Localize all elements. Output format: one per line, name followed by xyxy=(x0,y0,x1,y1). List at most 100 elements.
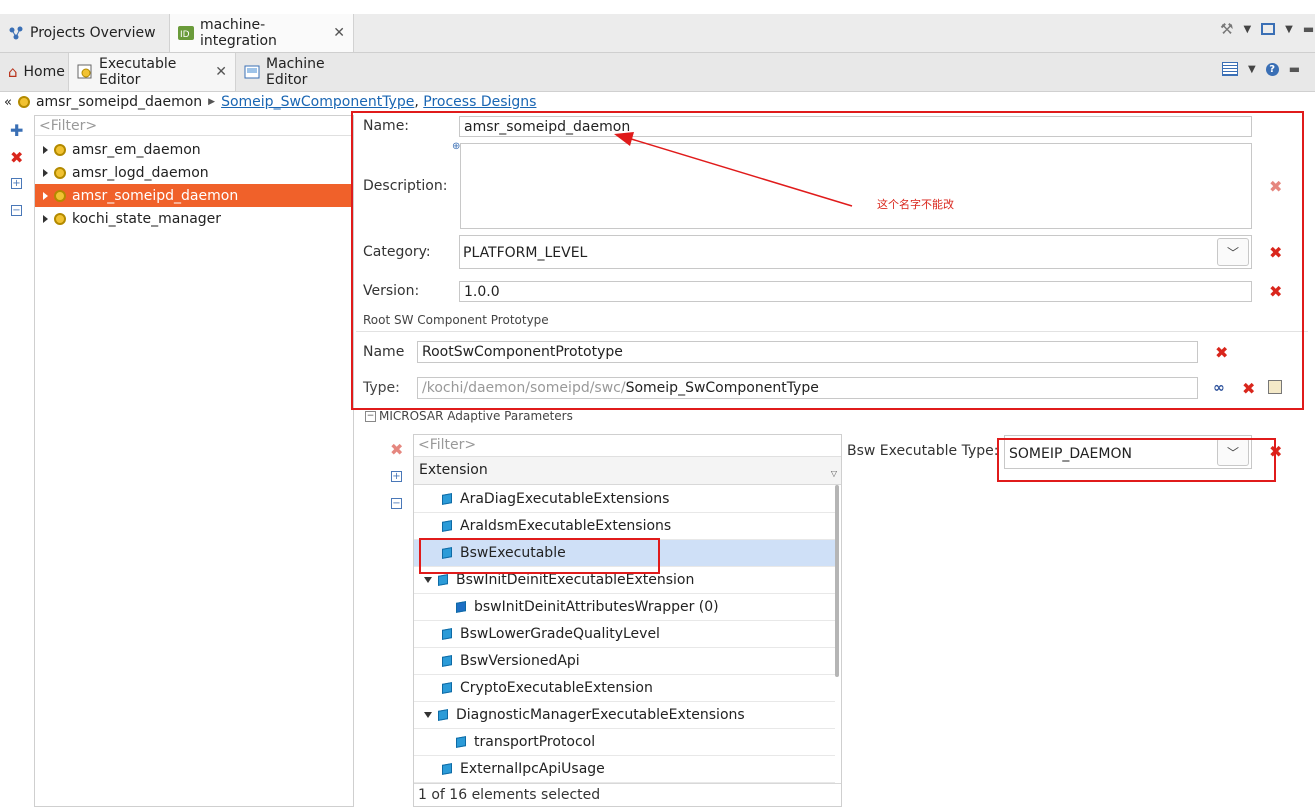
expanded-triangle-icon[interactable] xyxy=(424,577,432,583)
annotation-text: 这个名字不能改 xyxy=(877,198,954,211)
row-label: bswInitDeinitAttributesWrapper (0) xyxy=(474,599,719,615)
tree-item-label: amsr_someipd_daemon xyxy=(72,187,239,204)
chevron-right-icon: ▶ xyxy=(208,97,216,107)
chevron-down-icon[interactable]: ﹀ xyxy=(1217,238,1249,266)
cube-icon xyxy=(442,547,452,559)
table-row[interactable]: BswVersionedApi xyxy=(414,648,835,675)
projects-icon xyxy=(8,25,24,41)
cube-icon xyxy=(442,655,452,667)
expand-triangle-icon[interactable] xyxy=(43,145,48,154)
table-row[interactable]: BswLowerGradeQualityLevel xyxy=(414,621,835,648)
tab-label: machine-integration xyxy=(200,17,277,49)
chevron-down-icon[interactable]: ﹀ xyxy=(1217,438,1249,466)
breadcrumb-current: amsr_someipd_daemon xyxy=(35,94,203,110)
extension-filter-input[interactable]: <Filter> xyxy=(414,435,841,457)
type-value: Someip_SwComponentType xyxy=(625,380,819,396)
filter-icon[interactable]: ▽ xyxy=(831,469,837,478)
table-row[interactable]: AraIdsmExecutableExtensions xyxy=(414,513,835,540)
executable-tree: <Filter> amsr_em_daemon amsr_logd_daemon… xyxy=(34,115,354,807)
type-field[interactable]: /kochi/daemon/someipd/swc/Someip_SwCompo… xyxy=(417,377,1198,399)
tree-item[interactable]: amsr_logd_daemon xyxy=(35,161,353,184)
perspective-toolbar: ⚒ ▼ ▼ ▬ xyxy=(1220,20,1314,38)
name-label: Name: xyxy=(363,118,410,134)
type-path: /kochi/daemon/someipd/swc/ xyxy=(422,380,626,396)
tree-item-label: amsr_em_daemon xyxy=(72,141,201,158)
tree-filter-input[interactable]: <Filter> xyxy=(35,116,353,136)
minimize-icon[interactable]: ▬ xyxy=(1289,62,1300,76)
browse-icon[interactable] xyxy=(1268,380,1282,394)
clear-description-icon[interactable]: ✖ xyxy=(1269,179,1282,195)
table-row[interactable]: bswInitDeinitAttributesWrapper (0) xyxy=(414,594,835,621)
list-view-icon[interactable] xyxy=(1222,62,1238,76)
add-icon[interactable]: ✚ xyxy=(10,121,23,140)
clear-bsw-type-icon[interactable]: ✖ xyxy=(1269,444,1282,460)
bsw-executable-type-value: SOMEIP_DAEMON xyxy=(1009,446,1132,462)
double-chevron-left-icon[interactable]: « xyxy=(4,95,12,110)
clear-type-icon[interactable]: ✖ xyxy=(1242,381,1255,397)
tree-item[interactable]: amsr_em_daemon xyxy=(35,138,353,161)
extension-column-header[interactable]: Extension ▽ xyxy=(414,457,841,485)
window-icon[interactable] xyxy=(1261,23,1276,35)
chevron-down-icon[interactable]: ▼ xyxy=(1243,24,1251,35)
column-header-label: Extension xyxy=(419,462,488,478)
cube-icon xyxy=(456,736,466,748)
bsw-executable-type-combo[interactable]: SOMEIP_DAEMON ﹀ xyxy=(1004,435,1252,469)
expanded-triangle-icon[interactable] xyxy=(424,712,432,718)
version-field[interactable]: 1.0.0 xyxy=(459,281,1252,302)
table-row[interactable]: ExternalIpcApiUsage xyxy=(414,756,835,783)
row-label: BswVersionedApi xyxy=(460,653,580,669)
collapse-section-icon[interactable]: − xyxy=(365,411,376,422)
scrollbar-thumb[interactable] xyxy=(835,485,839,677)
expand-triangle-icon[interactable] xyxy=(43,168,48,177)
table-row[interactable]: CryptoExecutableExtension xyxy=(414,675,835,702)
delete-icon[interactable]: ✖ xyxy=(10,148,23,167)
extension-table: <Filter> Extension ▽ AraDiagExecutableEx… xyxy=(413,434,842,807)
collapse-all-icon[interactable]: − xyxy=(11,205,22,216)
executable-icon xyxy=(17,96,30,108)
tab-machine-editor[interactable]: Machine Editor xyxy=(236,53,376,91)
close-icon[interactable]: ✕ xyxy=(333,25,345,41)
breadcrumb-link-process-designs[interactable]: Process Designs xyxy=(423,94,536,110)
wand-icon[interactable]: ⚒ xyxy=(1220,20,1233,38)
expand-triangle-icon[interactable] xyxy=(43,191,48,200)
table-row-selected[interactable]: BswExecutable xyxy=(414,540,835,567)
table-row[interactable]: DiagnosticManagerExecutableExtensions xyxy=(414,702,835,729)
cube-icon xyxy=(442,763,452,775)
home-icon: ⌂ xyxy=(8,63,18,81)
executable-icon xyxy=(54,166,66,179)
breadcrumb-link-swc-type[interactable]: Someip_SwComponentType xyxy=(221,94,414,110)
expand-all-icon[interactable]: + xyxy=(391,471,402,482)
table-row[interactable]: transportProtocol xyxy=(414,729,835,756)
expand-all-icon[interactable]: + xyxy=(11,178,22,189)
tab-label: Executable Editor xyxy=(99,56,177,88)
svg-text:ID: ID xyxy=(180,30,190,40)
delete-extension-icon[interactable]: ✖ xyxy=(390,442,403,458)
category-label: Category: xyxy=(363,244,431,260)
category-combo[interactable]: PLATFORM_LEVEL ﹀ xyxy=(459,235,1252,269)
clear-version-icon[interactable]: ✖ xyxy=(1269,284,1282,300)
tab-projects-overview[interactable]: Projects Overview xyxy=(0,14,165,52)
table-row[interactable]: BswInitDeinitExecutableExtension xyxy=(414,567,835,594)
link-icon[interactable]: ∞ xyxy=(1213,380,1225,396)
tab-executable-editor[interactable]: Executable Editor ✕ xyxy=(68,53,236,91)
collapse-all-icon[interactable]: − xyxy=(391,498,402,509)
tab-home[interactable]: ⌂ Home xyxy=(0,53,68,91)
expand-triangle-icon[interactable] xyxy=(43,214,48,223)
chevron-down-icon[interactable]: ▼ xyxy=(1285,24,1293,35)
cube-icon xyxy=(442,628,452,640)
clear-category-icon[interactable]: ✖ xyxy=(1269,245,1282,261)
close-icon[interactable]: ✕ xyxy=(215,64,227,80)
table-row[interactable]: AraDiagExecutableExtensions xyxy=(414,486,835,513)
cube-icon xyxy=(438,574,448,586)
root-name-label: Name xyxy=(363,344,405,360)
row-label: transportProtocol xyxy=(474,734,596,750)
root-name-field[interactable]: RootSwComponentPrototype xyxy=(417,341,1198,363)
tab-label: Projects Overview xyxy=(30,25,156,41)
tree-item[interactable]: kochi_state_manager xyxy=(35,207,353,230)
help-icon[interactable]: ? xyxy=(1265,62,1279,76)
tab-machine-integration[interactable]: ID machine-integration ✕ xyxy=(169,14,354,52)
clear-root-name-icon[interactable]: ✖ xyxy=(1215,345,1228,361)
tree-item-selected[interactable]: amsr_someipd_daemon xyxy=(35,184,353,207)
minimize-icon[interactable]: ▬ xyxy=(1303,22,1314,36)
chevron-down-icon[interactable]: ▼ xyxy=(1248,64,1256,75)
